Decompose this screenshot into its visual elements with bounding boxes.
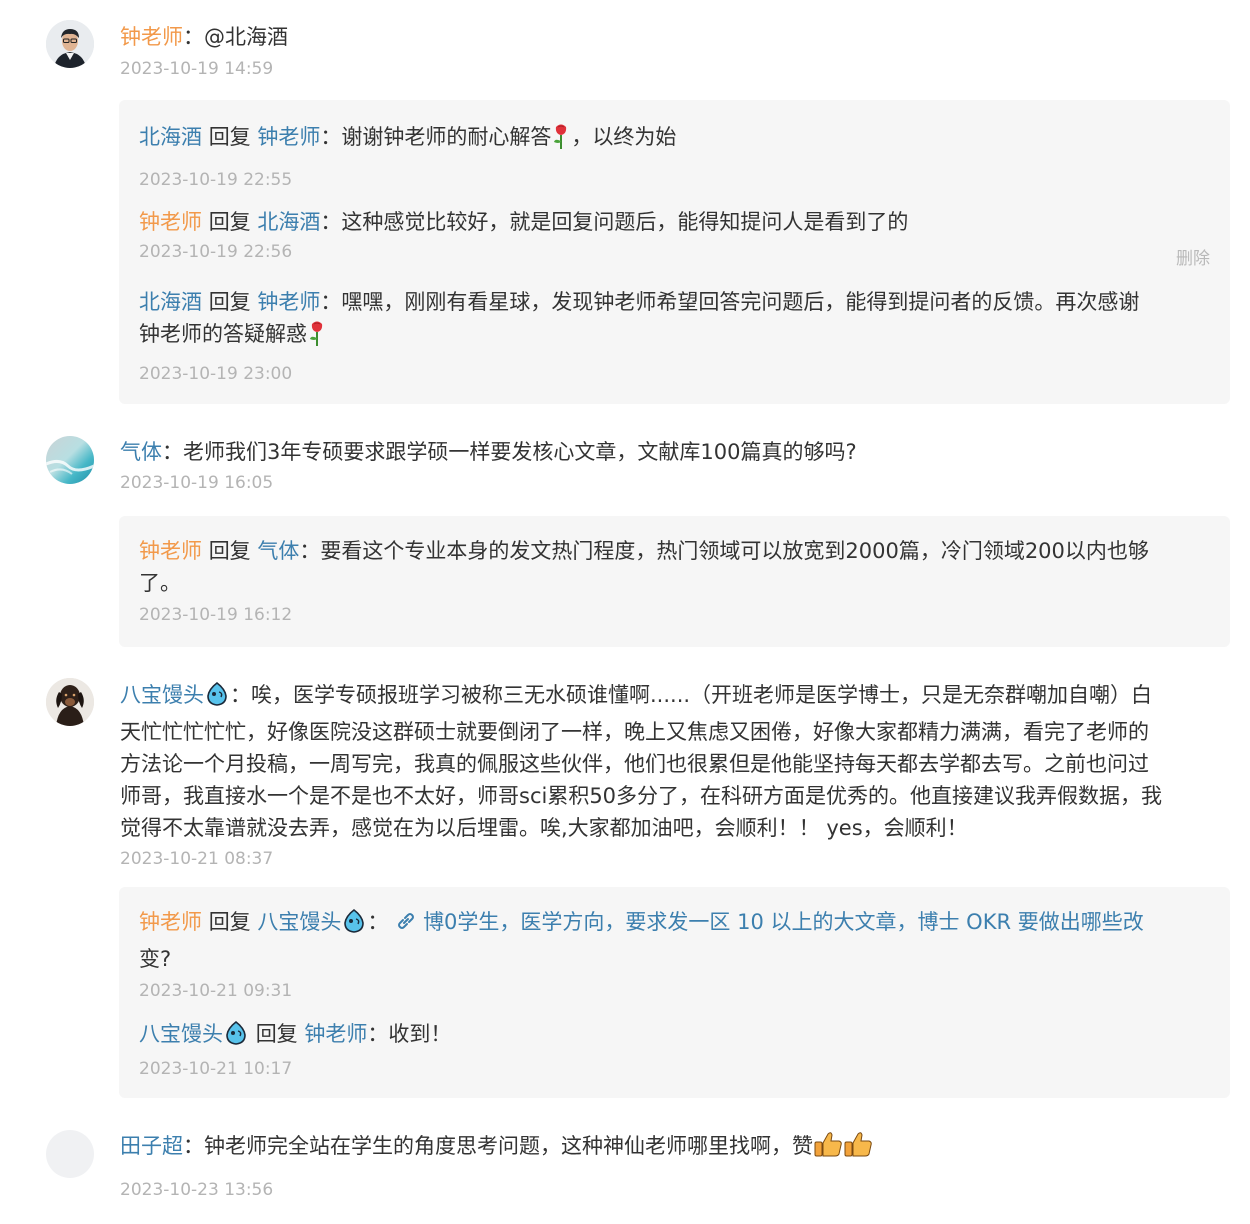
reply-text-line: 了。 bbox=[139, 571, 181, 595]
comment-author[interactable]: 气体 bbox=[120, 440, 162, 464]
water-drop-badge-icon bbox=[223, 1020, 249, 1055]
thumbs-up-icon bbox=[843, 1130, 873, 1167]
reply-text: 钟老师 回复 八宝馒头： 博0学生，医学方向，要求发一区 10 以上的大文章，博… bbox=[139, 906, 1210, 943]
delete-button[interactable]: 删除 bbox=[1176, 244, 1210, 269]
reply-text-line: 钟老师的答疑解惑 bbox=[139, 318, 1210, 355]
comment-content: 老师我们3年专硕要求跟学硕一样要发核心文章，文献库100篇真的够吗? bbox=[183, 440, 857, 464]
reply-target[interactable]: 钟老师 bbox=[304, 1022, 367, 1046]
reply-target[interactable]: 北海酒 bbox=[257, 210, 320, 234]
link-icon bbox=[395, 909, 417, 941]
reply-time: 2023-10-21 10:17 bbox=[139, 1059, 293, 1079]
thumbs-up-icon bbox=[813, 1130, 843, 1167]
comment-text-line: 觉得不太靠谱就没去弄，感觉在为以后埋雷。唉,大家都加油吧，会顺利！！ yes，会… bbox=[120, 816, 968, 840]
rose-icon bbox=[551, 123, 571, 158]
rose-icon bbox=[307, 320, 327, 355]
reply-text: 钟老师 回复 北海酒：这种感觉比较好，就是回复问题后，能得知提问人是看到了的 bbox=[139, 210, 909, 234]
reply-item: 八宝馒头 回复 钟老师：收到！ 2023-10-21 10:17 bbox=[139, 1018, 1210, 1080]
reply-item: 钟老师 回复 八宝馒头： 博0学生，医学方向，要求发一区 10 以上的大文章，博… bbox=[139, 906, 1210, 1002]
reply-text: 北海酒 回复 钟老师：嘿嘿，刚刚有看星球，发现钟老师希望回答完问题后，能得到提问… bbox=[139, 290, 1140, 314]
comment-text: 田子超：钟老师完全站在学生的角度思考问题，这种神仙老师哪里找啊，赞 bbox=[120, 1130, 1225, 1167]
reply-time: 2023-10-19 23:00 bbox=[139, 364, 293, 384]
avatar[interactable] bbox=[46, 678, 94, 726]
reply-author[interactable]: 钟老师 bbox=[139, 210, 202, 234]
reply-author[interactable]: 钟老师 bbox=[139, 539, 202, 563]
replies-box: 钟老师 回复 八宝馒头： 博0学生，医学方向，要求发一区 10 以上的大文章，博… bbox=[119, 887, 1230, 1098]
water-drop-badge-icon bbox=[341, 908, 367, 943]
avatar[interactable] bbox=[46, 20, 94, 68]
reply-time: 2023-10-19 16:12 bbox=[139, 605, 293, 625]
comment-content: 钟老师完全站在学生的角度思考问题，这种神仙老师哪里找啊，赞 bbox=[204, 1134, 813, 1158]
reply-time: 2023-10-19 22:56 bbox=[139, 242, 293, 262]
reply-item: 北海酒 回复 钟老师：嘿嘿，刚刚有看星球，发现钟老师希望回答完问题后，能得到提问… bbox=[139, 286, 1210, 385]
comment-text: 钟老师：@北海酒 bbox=[120, 25, 288, 49]
comment-time: 2023-10-19 16:05 bbox=[120, 473, 274, 493]
comment-author[interactable]: 八宝馒头 bbox=[120, 683, 204, 707]
reply-time: 2023-10-21 09:31 bbox=[139, 981, 293, 1001]
avatar-ocean-image bbox=[46, 436, 94, 484]
comment-content: 唉，医学专硕报班学习被称三无水硕谁懂啊......（开班老师是医学博士，只是无奈… bbox=[251, 683, 1153, 707]
reply-text: 钟老师 回复 气体：要看这个专业本身的发文热门程度，热门领域可以放宽到2000篇… bbox=[139, 539, 1149, 563]
reply-item: 钟老师 回复 北海酒：这种感觉比较好，就是回复问题后，能得知提问人是看到了的 2… bbox=[139, 206, 1210, 263]
reply-item: 北海酒 回复 钟老师：谢谢钟老师的耐心解答 ，以终为始 2023-10-19 22… bbox=[139, 121, 1210, 191]
comment-time: 2023-10-23 13:56 bbox=[120, 1180, 274, 1200]
shared-link[interactable]: 博0学生，医学方向，要求发一区 10 以上的大文章，博士 OKR 要做出哪些改 bbox=[423, 910, 1144, 934]
reply-author[interactable]: 北海酒 bbox=[139, 290, 202, 314]
comment-text: 八宝馒头 ：唉，医学专硕报班学习被称三无水硕谁懂啊......（开班老师是医学博士… bbox=[120, 679, 1230, 716]
reply-author[interactable]: 钟老师 bbox=[139, 910, 202, 934]
reply-author[interactable]: 北海酒 bbox=[139, 125, 202, 149]
reply-target[interactable]: 钟老师 bbox=[257, 290, 320, 314]
comment-author[interactable]: 钟老师 bbox=[120, 25, 183, 49]
comment-content: @北海酒 bbox=[204, 25, 288, 49]
comment-text-line: 师哥，我直接水一个是不是也不太好，师哥sci累积50多分了，在科研方面是优秀的。… bbox=[120, 784, 1163, 808]
water-drop-badge-icon bbox=[204, 681, 230, 716]
comment-text: 气体：老师我们3年专硕要求跟学硕一样要发核心文章，文献库100篇真的够吗? bbox=[120, 440, 857, 464]
comment-time: 2023-10-19 14:59 bbox=[120, 59, 274, 79]
avatar[interactable] bbox=[46, 1130, 94, 1178]
comment-author[interactable]: 田子超 bbox=[120, 1134, 183, 1158]
avatar-person-image bbox=[46, 20, 94, 68]
reply-text: 北海酒 回复 钟老师：谢谢钟老师的耐心解答 ，以终为始 bbox=[139, 121, 1210, 158]
comment-text-line: 方法论一个月投稿，一周写完，我真的佩服这些伙伴，他们也很累但是他能坚持每天都去学… bbox=[120, 752, 1149, 776]
avatar[interactable] bbox=[46, 436, 94, 484]
reply-item: 钟老师 回复 气体：要看这个专业本身的发文热门程度，热门领域可以放宽到2000篇… bbox=[139, 535, 1210, 626]
replies-box: 北海酒 回复 钟老师：谢谢钟老师的耐心解答 ，以终为始 2023-10-19 22… bbox=[119, 100, 1230, 404]
reply-target[interactable]: 八宝馒头 bbox=[257, 910, 341, 934]
comment-text-line: 天忙忙忙忙忙，好像医院没这群硕士就要倒闭了一样，晚上又焦虑又困倦，好像大家都精力… bbox=[120, 720, 1149, 744]
replies-box: 钟老师 回复 气体：要看这个专业本身的发文热门程度，热门领域可以放宽到2000篇… bbox=[119, 516, 1230, 647]
reply-text: 八宝馒头 回复 钟老师：收到！ bbox=[139, 1018, 1210, 1055]
reply-author[interactable]: 八宝馒头 bbox=[139, 1022, 223, 1046]
shared-link-line[interactable]: 变? bbox=[139, 943, 1210, 975]
reply-time: 2023-10-19 22:55 bbox=[139, 170, 293, 190]
reply-target[interactable]: 钟老师 bbox=[257, 125, 320, 149]
avatar-dog-image bbox=[46, 678, 94, 726]
reply-target[interactable]: 气体 bbox=[257, 539, 299, 563]
comment-time: 2023-10-21 08:37 bbox=[120, 849, 274, 869]
